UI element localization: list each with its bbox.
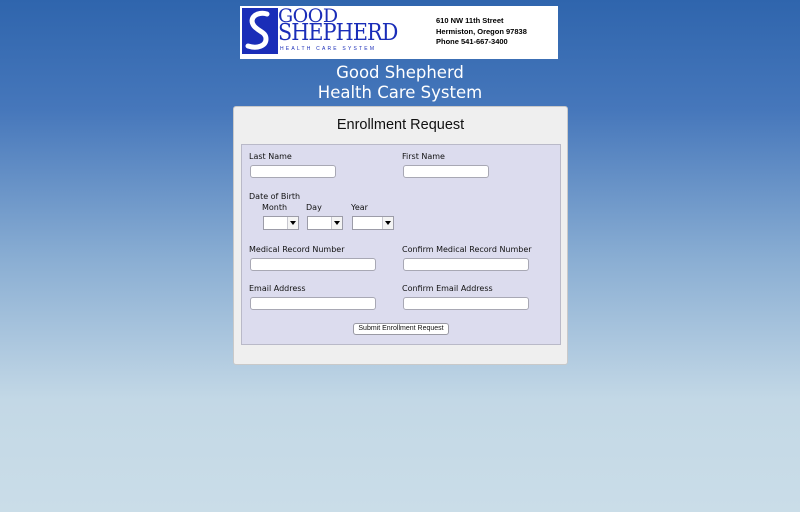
confirm-email-label: Confirm Email Address: [402, 284, 493, 293]
chevron-down-icon: [382, 217, 393, 229]
dob-month-label: Month: [262, 203, 288, 212]
dob-label: Date of Birth: [249, 192, 301, 201]
form-title: Enrollment Request: [336, 117, 465, 133]
confirm-mrn-input[interactable]: [403, 258, 529, 271]
address-phone: Phone 541-667-3400: [436, 37, 508, 46]
confirm-mrn-label: Confirm Medical Record Number: [402, 245, 532, 254]
confirm-email-input[interactable]: [403, 297, 529, 310]
mrn-input[interactable]: [250, 258, 376, 271]
dob-month-select[interactable]: [263, 216, 299, 230]
last-name-label: Last Name: [249, 152, 292, 161]
logo-word-shepherd: SHEPHERD: [278, 20, 398, 46]
chevron-down-icon: [287, 217, 298, 229]
enrollment-panel: Enrollment Request Last Name First Name …: [233, 106, 568, 365]
dob-year-select[interactable]: [352, 216, 394, 230]
address-street: 610 NW 11th Street: [436, 16, 504, 25]
mrn-label: Medical Record Number: [249, 245, 345, 254]
email-input[interactable]: [250, 297, 376, 310]
address-block: 610 NW 11th Street Hermiston, Oregon 978…: [436, 16, 527, 48]
page-title-line1: Good Shepherd: [336, 63, 464, 82]
chevron-down-icon: [331, 217, 342, 229]
first-name-input[interactable]: [403, 165, 489, 178]
header-banner: GOOD SHEPHERD HEALTH CARE SYSTEM 610 NW …: [240, 6, 558, 59]
dob-day-select[interactable]: [307, 216, 343, 230]
page-title-line2: Health Care System: [317, 83, 483, 102]
address-city: Hermiston, Oregon 97838: [436, 26, 527, 36]
shepherd-crook-logo-icon: [242, 8, 278, 54]
first-name-label: First Name: [402, 152, 445, 161]
submit-enrollment-button[interactable]: Submit Enrollment Request: [353, 323, 449, 335]
email-label: Email Address: [249, 284, 306, 293]
logo-tagline: HEALTH CARE SYSTEM: [280, 46, 377, 52]
last-name-input[interactable]: [250, 165, 336, 178]
dob-day-label: Day: [306, 203, 322, 212]
form-body: Last Name First Name Date of Birth Month…: [241, 144, 561, 345]
dob-year-label: Year: [351, 203, 368, 212]
